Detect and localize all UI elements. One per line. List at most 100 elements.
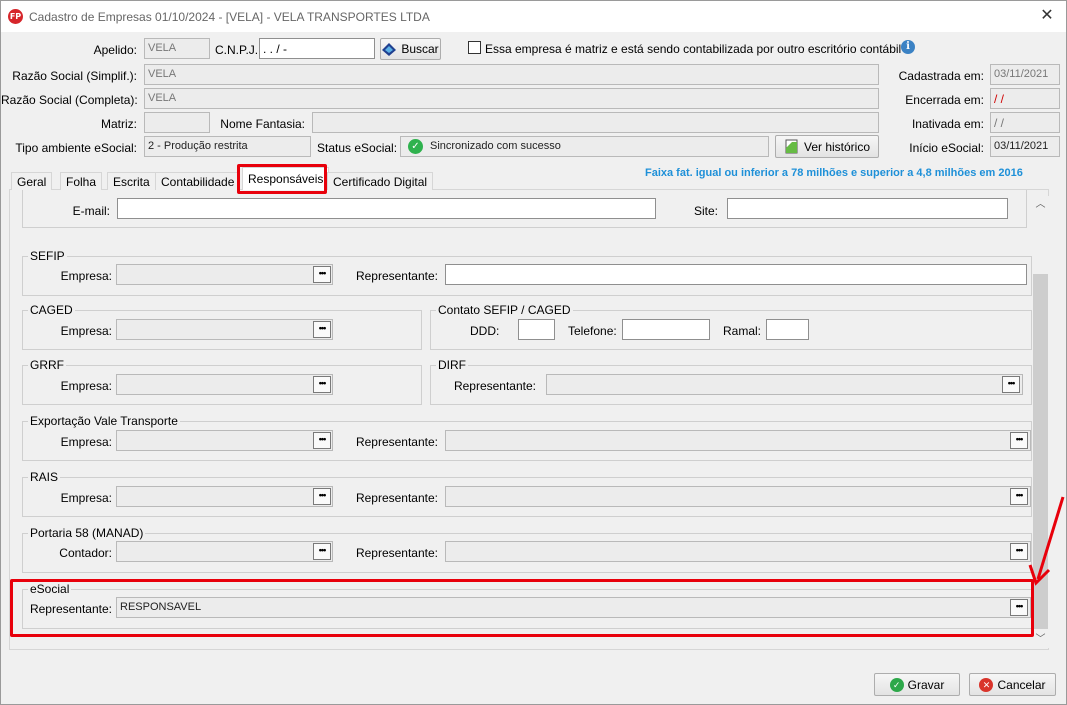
- rais-empresa-lookup-button[interactable]: •••: [313, 488, 331, 505]
- portaria-representante-field[interactable]: [445, 541, 1031, 562]
- rais-representante-label: Representante:: [355, 491, 438, 505]
- portaria-contador-label: Contador:: [59, 546, 112, 560]
- tab-geral[interactable]: Geral: [11, 172, 53, 190]
- cnpj-input[interactable]: . . / -: [259, 38, 375, 59]
- telefone-label: Telefone:: [568, 324, 617, 338]
- matriz-label: Matriz:: [101, 117, 137, 131]
- portaria-58-title: Portaria 58 (MANAD): [28, 526, 146, 540]
- gravar-label: Gravar: [907, 677, 945, 692]
- tab-contabilidade[interactable]: Contabilidade: [155, 172, 241, 190]
- caged-title: CAGED: [28, 303, 75, 317]
- rais-representante-field[interactable]: [445, 486, 1031, 507]
- matriz-field[interactable]: [144, 112, 210, 133]
- matriz-checkbox[interactable]: [468, 41, 481, 54]
- info-icon[interactable]: i: [901, 40, 915, 54]
- cancel-icon: ✕: [979, 677, 994, 692]
- cancelar-button[interactable]: ✕ Cancelar: [969, 673, 1056, 696]
- tab-escrita[interactable]: Escrita: [107, 172, 156, 190]
- telefone-input[interactable]: [622, 319, 710, 340]
- grrf-empresa-field[interactable]: [116, 374, 333, 395]
- sefip-title: SEFIP: [28, 249, 67, 263]
- razao-compl-field[interactable]: VELA: [144, 88, 879, 109]
- esocial-group-highlight: [10, 579, 1034, 637]
- ddd-label: DDD:: [470, 324, 500, 338]
- vale-empresa-label: Empresa:: [60, 435, 112, 449]
- cadastrada-field[interactable]: 03/11/2021: [990, 64, 1060, 85]
- matriz-checkbox-label: Essa empresa é matriz e está sendo conta…: [485, 42, 902, 56]
- check-icon: ✓: [889, 677, 904, 692]
- sefip-representante-label: Representante:: [355, 269, 438, 283]
- dirf-representante-field[interactable]: [546, 374, 1023, 395]
- ddd-input[interactable]: [518, 319, 555, 340]
- inativada-field[interactable]: / /: [990, 112, 1060, 133]
- encerrada-label: Encerrada em:: [905, 93, 984, 107]
- tab-certificado-digital[interactable]: Certificado Digital: [327, 172, 434, 190]
- status-esocial-field[interactable]: Sincronizado com sucesso: [400, 136, 769, 157]
- site-label: Site:: [694, 204, 719, 218]
- vale-empresa-lookup-button[interactable]: •••: [313, 432, 331, 449]
- governo-logo-icon: [382, 42, 397, 56]
- sefip-representante-input[interactable]: [445, 264, 1027, 285]
- history-document-icon: [785, 139, 798, 154]
- grrf-empresa-lookup-button[interactable]: •••: [313, 376, 331, 393]
- status-esocial-label: Status eSocial:: [317, 141, 398, 155]
- site-input[interactable]: [727, 198, 1008, 219]
- rais-empresa-field[interactable]: [116, 486, 333, 507]
- apelido-field[interactable]: VELA: [144, 38, 210, 59]
- nome-fantasia-field[interactable]: [312, 112, 879, 133]
- email-label: E-mail:: [72, 204, 110, 218]
- responsaveis-tab-highlight: [237, 164, 327, 194]
- dirf-representante-lookup-button[interactable]: •••: [1002, 376, 1020, 393]
- check-circle-icon: ✓: [408, 139, 423, 154]
- razao-compl-label: Razão Social (Completa):: [1, 93, 138, 107]
- ver-historico-label: Ver histórico: [803, 139, 871, 154]
- cnpj-label: C.N.P.J.:: [215, 43, 262, 57]
- vale-representante-field[interactable]: [445, 430, 1031, 451]
- dirf-title: DIRF: [436, 358, 468, 372]
- sefip-empresa-label: Empresa:: [60, 269, 112, 283]
- nome-fantasia-label: Nome Fantasia:: [220, 117, 305, 131]
- inicio-esocial-label: Início eSocial:: [909, 141, 984, 155]
- ver-historico-button[interactable]: Ver histórico: [775, 135, 879, 158]
- scroll-up-icon[interactable]: ︿: [1032, 196, 1049, 213]
- buscar-label: Buscar: [401, 42, 439, 56]
- vale-transporte-title: Exportação Vale Transporte: [28, 414, 180, 428]
- razao-simpl-label: Razão Social (Simplif.):: [12, 69, 137, 83]
- gravar-button[interactable]: ✓ Gravar: [874, 673, 960, 696]
- inativada-label: Inativada em:: [911, 117, 984, 131]
- app-logo-icon: FP: [8, 9, 23, 24]
- tab-folha[interactable]: Folha: [60, 172, 103, 190]
- dirf-representante-label: Representante:: [453, 379, 536, 393]
- faixa-faturamento-text: Faixa fat. igual ou inferior a 78 milhõe…: [645, 167, 1023, 179]
- caged-empresa-label: Empresa:: [60, 324, 112, 338]
- caged-empresa-field[interactable]: [116, 319, 333, 340]
- portaria-representante-label: Representante:: [355, 546, 438, 560]
- scroll-down-icon[interactable]: ﹀: [1032, 631, 1049, 648]
- email-input[interactable]: [117, 198, 656, 219]
- portaria-contador-lookup-button[interactable]: •••: [313, 543, 331, 560]
- sefip-empresa-lookup-button[interactable]: •••: [313, 266, 331, 283]
- tipo-ambiente-field[interactable]: 2 - Produção restrita: [144, 136, 311, 157]
- close-icon[interactable]: ✕: [1038, 6, 1056, 26]
- contato-sefip-caged-title: Contato SEFIP / CAGED: [436, 303, 573, 317]
- vale-representante-lookup-button[interactable]: •••: [1010, 432, 1028, 449]
- cadastrada-label: Cadastrada em:: [898, 69, 984, 83]
- grrf-title: GRRF: [28, 358, 66, 372]
- cancelar-label: Cancelar: [997, 677, 1046, 692]
- buscar-button[interactable]: Buscar: [380, 38, 441, 60]
- ramal-label: Ramal:: [723, 324, 762, 338]
- red-arrow-icon: [1028, 496, 1065, 586]
- apelido-label: Apelido:: [93, 43, 137, 57]
- portaria-contador-field[interactable]: [116, 541, 333, 562]
- vale-representante-label: Representante:: [355, 435, 438, 449]
- window-title: Cadastro de Empresas 01/10/2024 - [VELA]…: [29, 10, 430, 24]
- encerrada-field[interactable]: / /: [990, 88, 1060, 109]
- sefip-empresa-field[interactable]: [116, 264, 333, 285]
- vale-empresa-field[interactable]: [116, 430, 333, 451]
- inicio-esocial-field[interactable]: 03/11/2021: [990, 136, 1060, 157]
- ramal-input[interactable]: [766, 319, 809, 340]
- razao-simpl-field[interactable]: VELA: [144, 64, 879, 85]
- caged-empresa-lookup-button[interactable]: •••: [313, 321, 331, 338]
- tipo-ambiente-label: Tipo ambiente eSocial:: [15, 141, 137, 155]
- status-esocial-value: Sincronizado com sucesso: [430, 140, 561, 152]
